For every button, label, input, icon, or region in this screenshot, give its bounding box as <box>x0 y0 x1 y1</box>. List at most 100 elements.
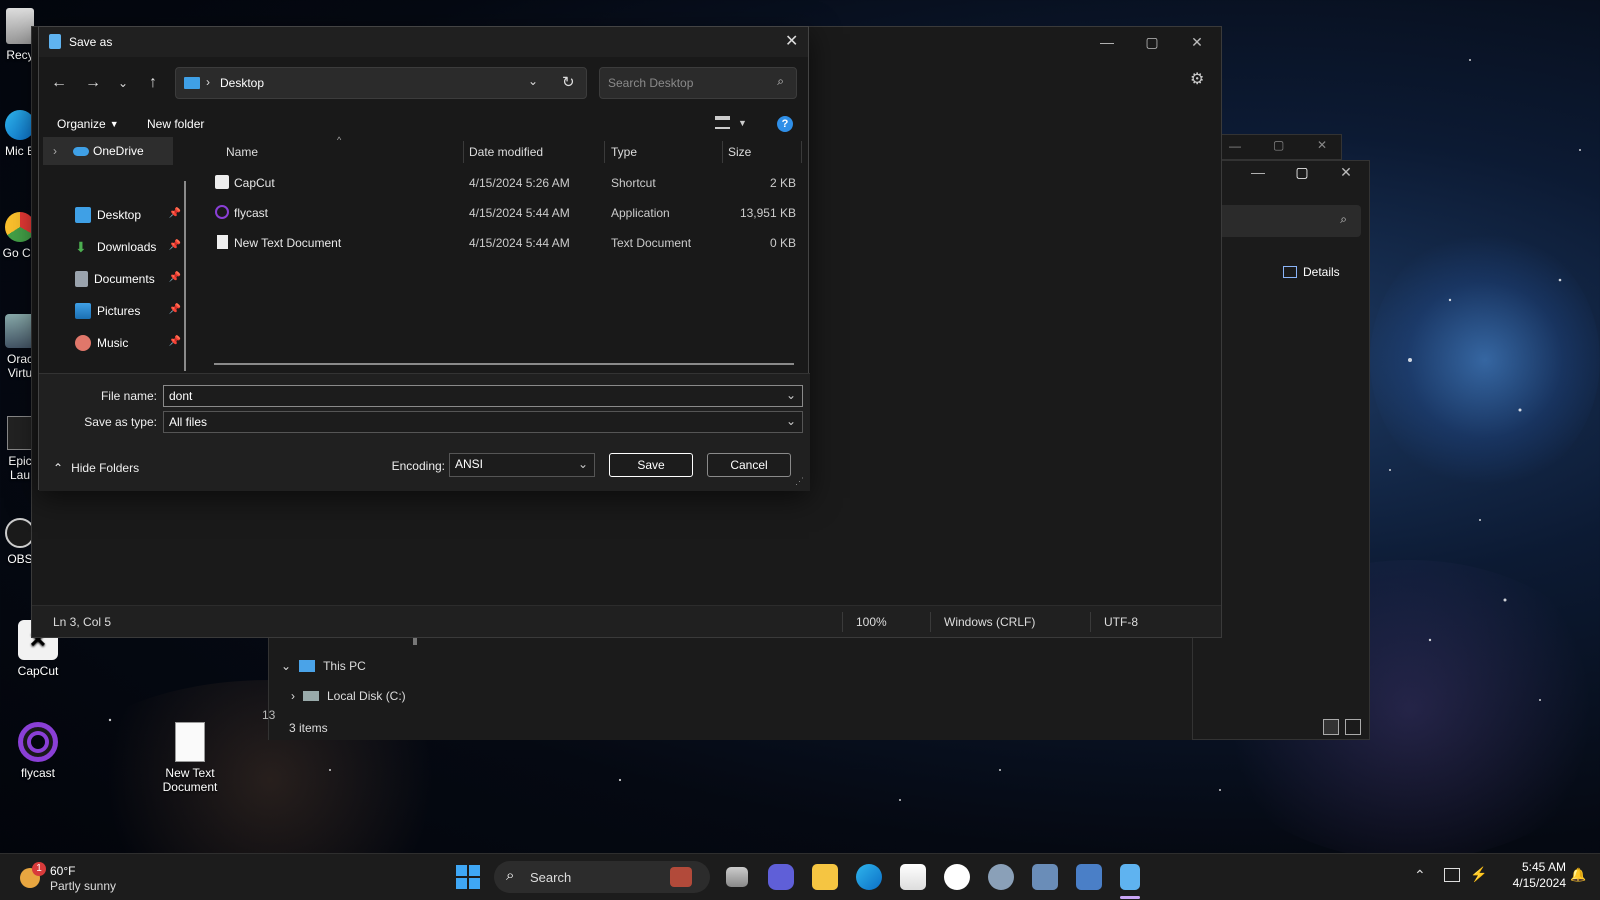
nav-item-music[interactable]: Music 📌 <box>43 329 183 357</box>
details-pane-icon <box>1283 266 1297 278</box>
search-icon: ⌕ <box>506 867 515 884</box>
network-icon[interactable]: ⚡ <box>1470 866 1487 883</box>
file-row[interactable]: CapCut 4/15/2024 5:26 AM Shortcut 2 KB <box>209 169 809 197</box>
close-icon[interactable]: ✕ <box>1317 138 1327 152</box>
divider <box>463 141 464 163</box>
edge-icon[interactable] <box>856 864 882 890</box>
chevron-down-icon[interactable]: ⌄ <box>528 74 538 88</box>
address-location: Desktop <box>220 76 265 90</box>
up-button[interactable]: ↑ <box>139 69 167 97</box>
clock[interactable]: 5:45 AM 4/15/2024 <box>1496 860 1566 890</box>
store-icon[interactable] <box>900 864 926 890</box>
nav-item-pictures[interactable]: Pictures 📌 <box>43 297 183 325</box>
file-name-input[interactable]: dont ⌄ <box>163 385 803 407</box>
nav-item-documents[interactable]: Documents 📌 <box>43 265 183 293</box>
encoding-value: ANSI <box>455 457 484 471</box>
clock-time: 5:45 AM <box>1521 860 1566 874</box>
save-button-label: Save <box>637 458 665 472</box>
save-type-select[interactable]: All files ⌄ <box>163 411 803 433</box>
nav-item-downloads[interactable]: ⬇ Downloads 📌 <box>43 233 183 261</box>
horizontal-scrollbar[interactable] <box>214 363 794 365</box>
address-bar[interactable]: › Desktop ⌄ ↻ <box>175 67 587 99</box>
search-box[interactable]: Search Desktop ⌕ <box>599 67 797 99</box>
close-icon[interactable]: ✕ <box>1174 27 1220 57</box>
weather-widget[interactable]: 1 60°F Partly sunny <box>16 862 126 894</box>
help-icon[interactable]: ? <box>777 116 793 132</box>
file-name-label: File name: <box>100 389 157 403</box>
desktop-folder-icon <box>184 77 200 89</box>
chevron-up-icon[interactable]: ⌃ <box>1414 867 1426 884</box>
virtualbox-icon[interactable] <box>1032 864 1058 890</box>
minimize-icon[interactable]: — <box>1235 157 1281 187</box>
view-tiles-icon[interactable] <box>1345 719 1361 735</box>
chevron-right-icon: › <box>291 689 295 703</box>
file-name-value: dont <box>169 389 193 403</box>
start-button[interactable] <box>456 865 480 889</box>
maximize-icon[interactable]: ▢ <box>1279 157 1325 187</box>
recent-locations-button[interactable]: ⌄ <box>109 69 137 97</box>
encoding-select[interactable]: ANSI ⌄ <box>449 453 595 477</box>
hide-folders-button[interactable]: ⌃ Hide Folders <box>53 461 139 475</box>
task-view-icon[interactable] <box>726 867 748 887</box>
column-header-type[interactable]: Type <box>611 145 637 159</box>
nav-scrollbar[interactable] <box>184 181 186 371</box>
maximize-icon[interactable]: ▢ <box>1129 27 1175 57</box>
file-encoding[interactable]: UTF-8 <box>1104 615 1138 629</box>
settings-icon[interactable] <box>988 864 1014 890</box>
dropdown-arrow-icon: ▼ <box>738 117 747 128</box>
column-header-size[interactable]: Size <box>728 145 751 159</box>
desktop-icon-new-text-document[interactable]: New Text Document <box>152 722 228 794</box>
downloads-icon: ⬇ <box>75 239 87 255</box>
details-button[interactable]: Details <box>1283 265 1340 279</box>
file-row[interactable]: flycast 4/15/2024 5:44 AM Application 13… <box>209 199 809 227</box>
notepad-icon[interactable] <box>1120 864 1140 890</box>
cancel-button[interactable]: Cancel <box>707 453 791 477</box>
chevron-down-icon[interactable]: ⌄ <box>786 388 796 402</box>
resize-grip-icon[interactable]: ⋰ <box>795 476 804 487</box>
nav-label-pictures: Pictures <box>97 304 141 318</box>
dropdown-arrow-icon: ▼ <box>109 119 119 129</box>
view-details-icon[interactable] <box>1323 719 1339 735</box>
file-explorer-icon[interactable] <box>812 864 838 890</box>
minimize-icon[interactable]: — <box>1229 139 1241 153</box>
search-input[interactable]: Search Desktop <box>608 76 693 90</box>
file-date: 4/15/2024 5:44 AM <box>469 236 570 250</box>
capture-icon[interactable] <box>1076 864 1102 890</box>
view-list-icon <box>715 116 730 129</box>
taskbar-search[interactable]: ⌕ Search <box>494 861 710 893</box>
notification-bell-icon[interactable]: 🔔 <box>1570 867 1586 883</box>
pin-icon: 📌 <box>168 336 181 347</box>
encoding-label: Encoding: <box>391 459 445 473</box>
close-icon[interactable]: ✕ <box>785 31 798 51</box>
items-count: 3 items <box>289 721 328 735</box>
save-button[interactable]: Save <box>609 453 693 477</box>
display-icon[interactable] <box>1444 868 1460 882</box>
hide-folders-label: Hide Folders <box>71 461 140 475</box>
file-row[interactable]: New Text Document 4/15/2024 5:44 AM Text… <box>209 229 809 257</box>
nav-item-onedrive[interactable]: › OneDrive <box>43 137 173 165</box>
save-type-label: Save as type: <box>84 415 157 429</box>
file-size: 13,951 KB <box>739 206 796 220</box>
refresh-icon[interactable]: ↻ <box>562 73 575 91</box>
nav-item-desktop[interactable]: Desktop 📌 <box>43 201 183 229</box>
settings-icon[interactable]: ⚙ <box>1190 69 1204 89</box>
copilot-icon[interactable] <box>944 864 970 890</box>
new-folder-button[interactable]: New folder <box>147 117 204 131</box>
back-button[interactable]: ← <box>45 69 73 97</box>
close-icon[interactable]: ✕ <box>1323 157 1369 187</box>
weather-temp: 60°F <box>50 864 76 878</box>
minimize-icon[interactable]: — <box>1084 27 1130 57</box>
windows-logo-icon <box>456 865 467 876</box>
line-ending[interactable]: Windows (CRLF) <box>944 615 1035 629</box>
nav-item-local-disk[interactable]: › Local Disk (C:) <box>291 689 406 703</box>
organize-button[interactable]: Organize ▼ <box>57 117 119 131</box>
forward-button[interactable]: → <box>79 69 107 97</box>
zoom-level[interactable]: 100% <box>856 615 887 629</box>
column-header-date[interactable]: Date modified <box>469 145 543 159</box>
column-header-name[interactable]: Name <box>226 145 258 159</box>
desktop-icon-flycast[interactable]: flycast <box>0 722 76 780</box>
maximize-icon[interactable]: ▢ <box>1273 138 1284 152</box>
chat-icon[interactable] <box>768 864 794 890</box>
view-options-button[interactable]: ▼ <box>715 116 747 129</box>
nav-item-this-pc[interactable]: ⌄ This PC <box>281 659 366 673</box>
